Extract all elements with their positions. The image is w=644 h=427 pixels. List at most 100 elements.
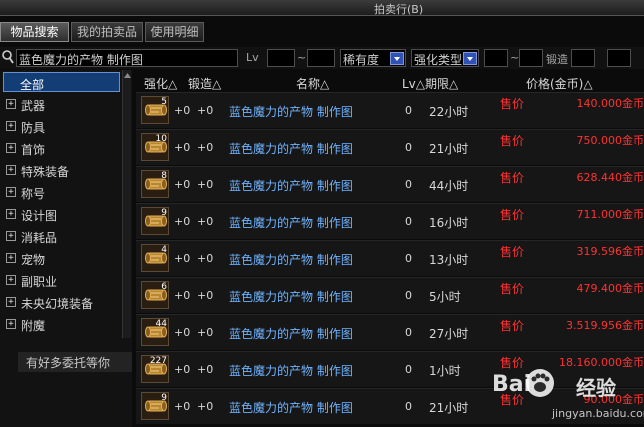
expire-time: 16小时 [429,216,469,230]
strength-value: +0 [174,252,191,265]
plus-icon[interactable]: + [6,143,16,153]
header-name[interactable]: 名称△ [296,75,329,92]
plus-icon[interactable]: + [6,297,16,307]
price-value: 628.440金币 [576,171,644,184]
level-value: 0 [405,178,412,191]
item-name[interactable]: 蓝色魔力的产物 制作图 [229,288,353,305]
category-armor[interactable]: + 防具 [3,116,120,136]
table-row[interactable]: 5 +0 +0 蓝色魔力的产物 制作图 0 22小时 售价 140.000金币 [136,92,644,128]
item-name[interactable]: 蓝色魔力的产物 制作图 [229,362,353,379]
forge-value: +0 [197,141,214,154]
table-row[interactable]: 6 +0 +0 蓝色魔力的产物 制作图 0 5小时 售价 479.400金币 [136,277,644,313]
category-consumables[interactable]: + 消耗品 [3,226,120,246]
header-strength[interactable]: 强化△ [144,75,177,92]
header-forge[interactable]: 锻造△ [188,75,221,92]
table-row[interactable]: 44 +0 +0 蓝色魔力的产物 制作图 0 27小时 售价 3.519.956金币 [136,314,644,350]
enhance-type-dropdown[interactable]: 强化类型 [411,49,479,67]
item-name[interactable]: 蓝色魔力的产物 制作图 [229,325,353,342]
category-special-equipment[interactable]: + 特殊装备 [3,160,120,180]
strength-value: +0 [174,104,191,117]
forge-value: +0 [197,363,214,376]
plus-icon[interactable]: + [6,99,16,109]
enhance-max-input[interactable] [519,49,543,67]
item-name[interactable]: 蓝色魔力的产物 制作图 [229,177,353,194]
category-pets[interactable]: + 宠物 [3,248,120,268]
forge-value: +0 [197,326,214,339]
chevron-up-icon[interactable] [124,72,131,79]
plus-icon[interactable]: + [6,187,16,197]
item-icon-slot[interactable]: 10 [141,133,169,161]
search-input[interactable]: 蓝色魔力的产物 制作图 [16,49,238,67]
plus-icon[interactable]: + [6,121,16,131]
item-name[interactable]: 蓝色魔力的产物 制作图 [229,214,353,231]
table-row[interactable]: 9 +0 +0 蓝色魔力的产物 制作图 0 16小时 售价 711.000金币 [136,203,644,239]
item-name[interactable]: 蓝色魔力的产物 制作图 [229,140,353,157]
price-value: 319.596金币 [576,245,644,258]
plus-icon[interactable]: + [6,231,16,241]
category-titles[interactable]: + 称号 [3,182,120,202]
tab-usage-details[interactable]: 使用明细 [145,22,204,42]
item-name[interactable]: 蓝色魔力的产物 制作图 [229,103,353,120]
item-icon-slot[interactable]: 4 [141,244,169,272]
strength-value: +0 [174,141,191,154]
plus-icon[interactable]: + [6,165,16,175]
price-value: 3.519.956金币 [566,319,644,332]
sidebar-scrollbar[interactable] [122,70,131,338]
header-price[interactable]: 价格(金币)△ [526,75,593,92]
lv-max-input[interactable] [307,49,335,67]
expire-time: 27小时 [429,327,469,341]
plus-icon[interactable]: + [6,275,16,285]
item-icon-slot[interactable]: 227 [141,355,169,383]
level-value: 0 [405,104,412,117]
price-label: 售价 [500,134,525,148]
expire-time: 44小时 [429,179,469,193]
rarity-dropdown[interactable]: 稀有度 [340,49,406,67]
window-title: 拍卖行(B) [374,3,424,16]
item-icon-slot[interactable]: 44 [141,318,169,346]
category-accessories[interactable]: + 首饰 [3,138,120,158]
level-value: 0 [405,141,412,154]
price-value: 140.000金币 [576,97,644,110]
item-icon-slot[interactable]: 6 [141,281,169,309]
category-blueprints[interactable]: + 设计图 [3,204,120,224]
plus-icon[interactable]: + [6,253,16,263]
strength-value: +0 [174,178,191,191]
item-icon-slot[interactable]: 9 [141,392,169,420]
forge-max-input[interactable] [607,49,631,67]
enhance-min-input[interactable] [484,49,508,67]
category-all[interactable]: 全部 [3,72,120,92]
category-sub-profession[interactable]: + 副职业 [3,270,120,290]
category-enchant[interactable]: + 附魔 [3,314,120,334]
chevron-down-icon [463,52,477,65]
item-icon-slot[interactable]: 8 [141,170,169,198]
tab-my-auctions[interactable]: 我的拍卖品 [71,22,143,42]
price-label: 售价 [500,245,525,259]
price-label: 售价 [500,97,525,111]
expire-time: 13小时 [429,253,469,267]
header-lv-expire[interactable]: Lv△期限△ [402,75,458,92]
enhance-separator: ~ [510,51,520,64]
plus-icon[interactable]: + [6,209,16,219]
strength-value: +0 [174,289,191,302]
category-weiyang-equipment[interactable]: + 未央幻境装备 [3,292,120,312]
plus-icon[interactable]: + [6,319,16,329]
price-value: 750.000金币 [576,134,644,147]
item-icon-slot[interactable]: 9 [141,207,169,235]
chat-notification: 有好多委托等你 [18,352,132,372]
item-quantity: 9 [161,208,167,218]
level-value: 0 [405,252,412,265]
lv-min-input[interactable] [267,49,295,67]
item-name[interactable]: 蓝色魔力的产物 制作图 [229,251,353,268]
category-weapons[interactable]: + 武器 [3,94,120,114]
table-row[interactable]: 8 +0 +0 蓝色魔力的产物 制作图 0 44小时 售价 628.440金币 [136,166,644,202]
level-value: 0 [405,363,412,376]
table-row[interactable]: 10 +0 +0 蓝色魔力的产物 制作图 0 21小时 售价 750.000金币 [136,129,644,165]
item-name[interactable]: 蓝色魔力的产物 制作图 [229,399,353,416]
price-label: 售价 [500,171,525,185]
table-row[interactable]: 4 +0 +0 蓝色魔力的产物 制作图 0 13小时 售价 319.596金币 [136,240,644,276]
item-icon-slot[interactable]: 5 [141,96,169,124]
tab-item-search[interactable]: 物品搜索 [0,22,69,42]
item-quantity: 4 [161,245,167,255]
forge-min-input[interactable] [571,49,595,67]
price-label: 售价 [500,208,525,222]
